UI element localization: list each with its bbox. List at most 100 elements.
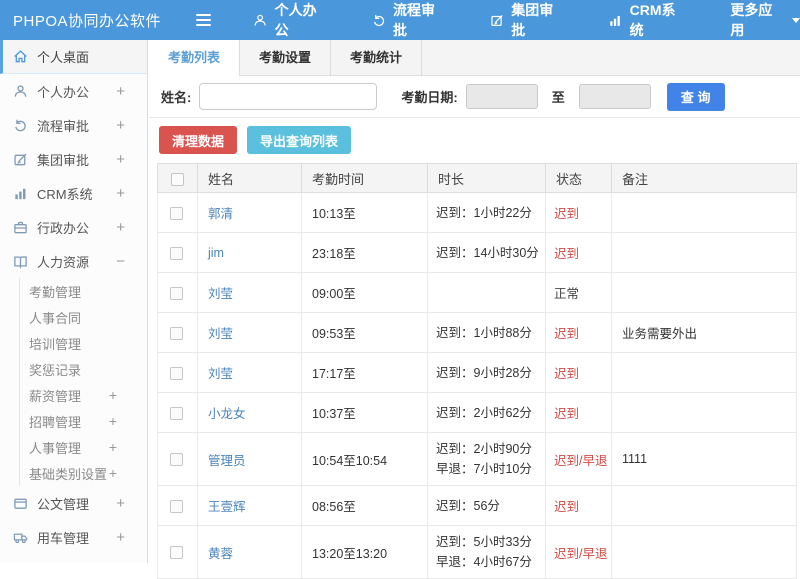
col-header-name: 姓名 [197, 163, 302, 193]
row-checkbox[interactable] [170, 366, 183, 380]
expand-icon[interactable]: + [116, 495, 125, 512]
status-badge: 迟到 [545, 312, 612, 353]
person-icon [255, 14, 267, 25]
select-all-checkbox[interactable] [171, 172, 184, 186]
sidebar-item-vehicles[interactable]: 用车管理 + [0, 520, 147, 554]
employee-name-link[interactable]: 刘莹 [208, 367, 233, 381]
table-header-row: 姓名 考勤时间 时长 状态 备注 [157, 163, 797, 193]
employee-name-link[interactable]: 管理员 [208, 454, 246, 468]
attendance-time: 10:13至 [301, 192, 428, 233]
book-icon [14, 255, 27, 269]
sidebar-item-hr[interactable]: 人力资源 − [0, 244, 147, 278]
hamburger-icon[interactable] [196, 14, 212, 26]
sidebar-item-group-approval[interactable]: 集团审批 + [0, 142, 147, 176]
remark [611, 272, 797, 313]
expand-icon[interactable]: + [116, 83, 125, 100]
expand-icon[interactable]: + [116, 151, 125, 168]
row-checkbox[interactable] [170, 326, 183, 340]
duration: 迟到：1小时22分 [427, 192, 546, 233]
date-to-input[interactable] [578, 84, 651, 109]
topnav-group-approval[interactable]: 集团审批 [490, 0, 564, 40]
tab-bar: 考勤列表 考勤设置 考勤统计 [149, 40, 800, 76]
expand-icon[interactable]: + [116, 185, 125, 202]
row-checkbox[interactable] [170, 546, 183, 560]
sidebar-subitem-attendance[interactable]: 考勤管理 [20, 278, 147, 304]
status-badge: 正常 [545, 272, 612, 313]
tab-attendance-settings[interactable]: 考勤设置 [240, 40, 332, 75]
collapse-icon[interactable]: − [116, 253, 125, 270]
sidebar-item-documents[interactable]: 公文管理 + [0, 486, 147, 520]
duration: 迟到：2小时90分 早退：7小时10分 [427, 432, 546, 486]
expand-icon[interactable]: + [109, 465, 117, 481]
employee-name-link[interactable]: 刘莹 [208, 327, 233, 341]
expand-icon[interactable]: + [109, 387, 117, 403]
app-title: PHPOA协同办公软件 [13, 12, 162, 30]
row-checkbox[interactable] [170, 286, 183, 300]
main-content: 考勤列表 考勤设置 考勤统计 姓名: 考勤日期: 至 查 询 清理数据 导出查询… [149, 40, 800, 579]
tab-attendance-list[interactable]: 考勤列表 [149, 40, 241, 76]
employee-name-link[interactable]: 黄蓉 [208, 547, 233, 561]
action-buttons: 清理数据 导出查询列表 [149, 118, 800, 163]
row-checkbox[interactable] [170, 206, 183, 220]
expand-icon[interactable]: + [109, 439, 117, 455]
attendance-time: 10:54至10:54 [301, 432, 428, 486]
row-checkbox[interactable] [170, 246, 183, 260]
duration: 迟到：9小时28分 [427, 352, 546, 393]
briefcase-icon [14, 221, 27, 233]
date-from-input[interactable] [465, 84, 538, 109]
topnav-personal-office[interactable]: 个人办公 [253, 0, 327, 40]
name-filter-input[interactable] [199, 83, 378, 110]
duration: 迟到：14小时30分 [427, 232, 546, 273]
duration [427, 272, 546, 313]
document-icon [14, 498, 27, 509]
expand-icon[interactable]: + [116, 219, 125, 236]
clean-data-button[interactable]: 清理数据 [159, 126, 238, 154]
sidebar-subitem-personnel[interactable]: 人事管理 + [20, 434, 147, 460]
topnav-crm[interactable]: CRM系统 [608, 0, 686, 40]
topnav-more-apps[interactable]: 更多应用 [730, 0, 800, 40]
home-icon [14, 50, 27, 63]
expand-icon[interactable]: + [116, 529, 125, 546]
sidebar-subitem-base-categories[interactable]: 基础类别设置 + [20, 460, 147, 486]
attendance-time: 09:00至 [301, 272, 428, 313]
employee-name-link[interactable]: jim [208, 246, 224, 260]
sidebar-item-desktop[interactable]: 个人桌面 [0, 40, 147, 74]
sidebar-subitem-training[interactable]: 培训管理 [20, 330, 147, 356]
sidebar-subitem-rewards[interactable]: 奖惩记录 [20, 356, 147, 382]
table-row: 刘莹 09:53至 迟到：1小时88分 迟到 业务需要外出 [157, 312, 797, 353]
status-badge: 迟到/早退 [545, 432, 612, 486]
expand-icon[interactable]: + [116, 117, 125, 134]
employee-name-link[interactable]: 刘莹 [208, 287, 233, 301]
row-checkbox[interactable] [170, 406, 183, 420]
sidebar: 个人桌面 个人办公 + 流程审批 + 集团审批 + CRM系统 + 行政办公 +… [0, 40, 148, 563]
sidebar-item-crm[interactable]: CRM系统 + [0, 176, 147, 210]
search-button[interactable]: 查 询 [666, 82, 725, 111]
sidebar-item-workflow-approval[interactable]: 流程审批 + [0, 108, 147, 142]
row-checkbox[interactable] [170, 499, 183, 513]
sidebar-subitem-recruiting[interactable]: 招聘管理 + [20, 408, 147, 434]
sidebar-subitem-salary[interactable]: 薪资管理 + [20, 382, 147, 408]
status-badge: 迟到 [545, 352, 612, 393]
attendance-time: 09:53至 [301, 312, 428, 353]
tab-attendance-stats[interactable]: 考勤统计 [331, 40, 423, 75]
topnav-workflow-approval[interactable]: 流程审批 [372, 0, 446, 40]
sidebar-subitem-contracts[interactable]: 人事合同 [20, 304, 147, 330]
employee-name-link[interactable]: 王壹辉 [208, 500, 246, 514]
expand-icon[interactable]: + [109, 413, 117, 429]
export-list-button[interactable]: 导出查询列表 [247, 126, 352, 154]
date-filter-label: 考勤日期: [401, 90, 458, 105]
table-row: 黄蓉 13:20至13:20 迟到：5小时33分 早退：4小时67分 迟到/早退 [157, 525, 797, 579]
duration: 迟到：5小时33分 早退：4小时67分 [427, 525, 546, 579]
employee-name-link[interactable]: 小龙女 [208, 407, 246, 421]
sidebar-item-admin-office[interactable]: 行政办公 + [0, 210, 147, 244]
table-row: 郭清 10:13至 迟到：1小时22分 迟到 [157, 192, 797, 233]
sidebar-item-personal-office[interactable]: 个人办公 + [0, 74, 147, 108]
table-row: 管理员 10:54至10:54 迟到：2小时90分 早退：7小时10分 迟到/早… [157, 432, 797, 486]
attendance-time: 13:20至13:20 [301, 525, 428, 579]
status-badge: 迟到 [545, 485, 612, 526]
employee-name-link[interactable]: 郭清 [208, 207, 233, 221]
edit-icon [491, 14, 503, 26]
select-all-cell [157, 163, 198, 193]
row-checkbox[interactable] [170, 453, 183, 467]
filter-bar: 姓名: 考勤日期: 至 查 询 [149, 76, 800, 118]
